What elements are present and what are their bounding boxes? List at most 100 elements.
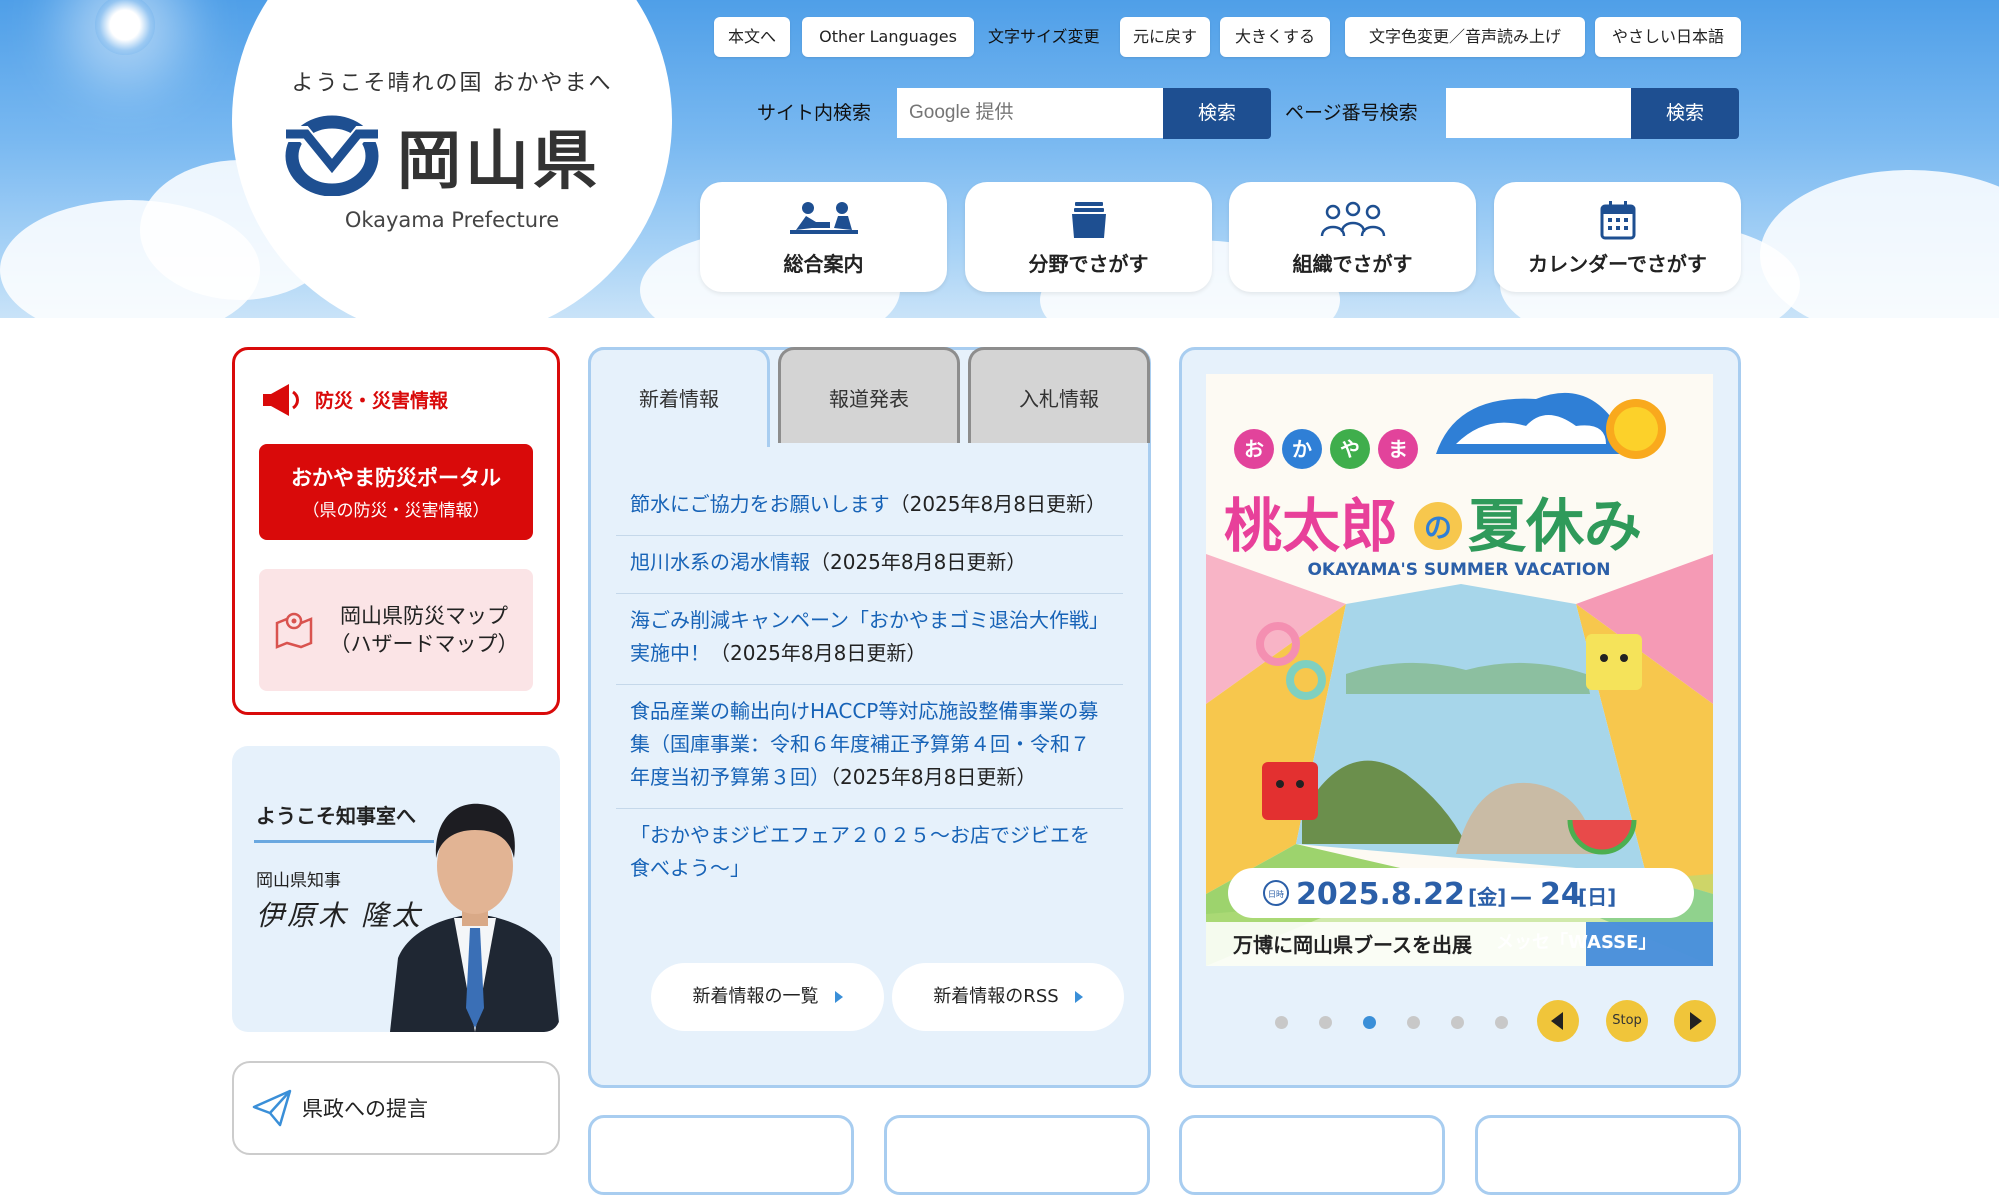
bottom-card[interactable]	[588, 1115, 854, 1195]
disaster-portal-button[interactable]: おかやま防災ポータル （県の防災・災害情報）	[259, 444, 533, 540]
logo-name: 岡山県	[397, 125, 601, 199]
news-link[interactable]: 旭川水系の渇水情報	[630, 550, 810, 574]
nav-by-organization[interactable]: 組織でさがす	[1229, 182, 1476, 292]
banner-illustration: お か や ま 桃太郎 の 夏休み OKAYAMA'S SUMMER VACAT…	[1206, 374, 1713, 966]
other-languages-button[interactable]: Other Languages	[802, 17, 974, 57]
news-list: 節水にご協力をお願いします（2025年8月8日更新） 旭川水系の渇水情報（202…	[616, 478, 1123, 944]
arrow-right-icon	[834, 991, 843, 1003]
banner-day1: [金]	[1468, 885, 1506, 909]
tab-bidding-info[interactable]: 入札情報	[968, 347, 1150, 443]
portal-main-label: おかやま防災ポータル	[291, 466, 501, 490]
slide-dot[interactable]	[1319, 1016, 1332, 1029]
list-item: 旭川水系の渇水情報（2025年8月8日更新）	[616, 536, 1123, 594]
font-size-label: 文字サイズ変更	[988, 27, 1100, 46]
list-item: 海ごみ削減キャンペーン「おかやまゴミ退治大作戦」実施中！（2025年8月8日更新…	[616, 594, 1123, 685]
logo-english: Okayama Prefecture	[344, 208, 560, 232]
arrow-right-icon	[1074, 991, 1083, 1003]
banner-title-c: 夏休み	[1468, 492, 1642, 560]
hazard-map-button[interactable]: 岡山県防災マップ （ハザードマップ）	[259, 569, 533, 691]
slide-dot[interactable]	[1495, 1016, 1508, 1029]
site-search-label: サイト内検索	[757, 102, 872, 124]
policy-proposal-button[interactable]: 県政への提言	[232, 1061, 560, 1155]
banner-hiragana: ま	[1388, 437, 1408, 461]
news-rss-label: 新着情報のRSS	[933, 986, 1059, 1007]
news-date: （2025年8月8日更新）	[889, 492, 1106, 516]
banner-subtitle: OKAYAMA'S SUMMER VACATION	[1307, 560, 1610, 580]
news-link[interactable]: 「おかやまジビエフェア２０２５～お店でジビエを食べよう～」	[630, 823, 1090, 880]
skip-to-content-button[interactable]: 本文へ	[714, 17, 790, 57]
site-search-input[interactable]	[897, 88, 1163, 138]
governor-role: 岡山県知事	[256, 871, 341, 891]
slide-dot[interactable]	[1451, 1016, 1464, 1029]
prefecture-emblem-icon	[282, 115, 382, 196]
banner-title-b: の	[1424, 511, 1452, 544]
site-search-button[interactable]: 検索	[1163, 88, 1271, 139]
banner-day2: [日]	[1578, 885, 1616, 909]
banner-end-day: 24	[1540, 877, 1582, 912]
slide-previous-button[interactable]	[1537, 1000, 1579, 1042]
portal-sub-label: （県の防災・災害情報）	[302, 501, 490, 521]
disaster-info-panel: 防災・災害情報 おかやま防災ポータル （県の防災・災害情報） 岡山県防災マップ …	[232, 347, 560, 715]
news-date: （2025年8月8日更新）	[710, 641, 927, 665]
folder-icon	[1071, 202, 1106, 238]
logo-tagline: ようこそ晴れの国 おかやまへ	[291, 71, 613, 96]
sun-decoration	[95, 0, 155, 55]
news-link[interactable]: 節水にご協力をお願いします	[630, 492, 890, 516]
megaphone-icon	[263, 384, 299, 416]
nav-general-guide[interactable]: 総合案内	[700, 182, 947, 292]
summer-vacation-banner[interactable]: お か や ま 桃太郎 の 夏休み OKAYAMA'S SUMMER VACAT…	[1206, 374, 1713, 966]
nav-by-field[interactable]: 分野でさがす	[965, 182, 1212, 292]
disaster-title: 防災・災害情報	[315, 390, 449, 412]
bottom-card[interactable]	[884, 1115, 1150, 1195]
people-desk-icon	[789, 202, 858, 234]
nav-by-calendar[interactable]: カレンダーでさがす	[1494, 182, 1741, 292]
calendar-icon	[1600, 201, 1635, 240]
slide-stop-button[interactable]: Stop	[1606, 1000, 1648, 1042]
slide-dot[interactable]	[1275, 1016, 1288, 1029]
slide-dot[interactable]	[1363, 1016, 1376, 1029]
date-badge-label: 日時	[1268, 890, 1284, 899]
chevron-left-icon	[1551, 1012, 1563, 1030]
news-rss-button[interactable]: 新着情報のRSS	[892, 963, 1124, 1031]
nav-by-field-label: 分野でさがす	[1028, 252, 1149, 276]
banner-date: 2025.8.22	[1296, 877, 1465, 912]
easy-japanese-button[interactable]: やさしい日本語	[1595, 17, 1741, 57]
tab-press-release[interactable]: 報道発表	[778, 347, 960, 443]
news-list-button[interactable]: 新着情報の一覧	[651, 963, 884, 1031]
list-item: 節水にご協力をお願いします（2025年8月8日更新）	[616, 478, 1123, 536]
page-number-search-button[interactable]: 検索	[1631, 88, 1739, 139]
font-larger-button[interactable]: 大きくする	[1220, 17, 1330, 57]
governor-office-link[interactable]: ようこそ知事室へ 岡山県知事 伊原木 隆太	[232, 746, 560, 1032]
slide-dot[interactable]	[1407, 1016, 1420, 1029]
organization-icon	[1320, 201, 1385, 237]
paper-plane-icon	[252, 1089, 292, 1127]
banner-caption: 万博に岡山県ブースを出展	[1232, 933, 1472, 957]
tab-new-info[interactable]: 新着情報	[588, 347, 770, 447]
bottom-card[interactable]	[1475, 1115, 1741, 1195]
policy-proposal-label: 県政への提言	[302, 1097, 428, 1121]
nav-general-guide-label: 総合案内	[783, 252, 864, 276]
page-number-search-label: ページ番号検索	[1285, 102, 1418, 124]
nav-by-organization-label: 組織でさがす	[1292, 252, 1413, 276]
bottom-card[interactable]	[1179, 1115, 1445, 1195]
font-reset-button[interactable]: 元に戻す	[1120, 17, 1210, 57]
governor-portrait	[390, 803, 560, 1032]
banner-title-a: 桃太郎	[1224, 492, 1398, 560]
nav-by-calendar-label: カレンダーでさがす	[1528, 252, 1707, 276]
page-number-input[interactable]	[1446, 88, 1631, 138]
banner-hiragana: か	[1292, 437, 1312, 461]
banner-dash: —	[1510, 885, 1532, 910]
color-voice-button[interactable]: 文字色変更／音声読み上げ	[1345, 17, 1585, 57]
map-pin-icon	[275, 612, 313, 649]
banner-caption-tail: メッセ「WASSE」	[1496, 931, 1656, 953]
hazard-map-label: 岡山県防災マップ （ハザードマップ）	[329, 604, 519, 656]
news-date: （2025年8月8日更新）	[830, 765, 1037, 789]
slide-next-button[interactable]	[1674, 1000, 1716, 1042]
chevron-right-icon	[1690, 1012, 1702, 1030]
news-list-label: 新着情報の一覧	[692, 986, 819, 1007]
banner-hiragana: お	[1244, 437, 1264, 461]
list-item: 食品産業の輸出向けHACCP等対応施設整備事業の募集（国庫事業：令和６年度補正予…	[616, 685, 1123, 809]
banner-hiragana: や	[1340, 437, 1360, 461]
list-item: 「おかやまジビエフェア２０２５～お店でジビエを食べよう～」	[616, 809, 1123, 899]
cloud-decoration	[1760, 170, 1999, 318]
